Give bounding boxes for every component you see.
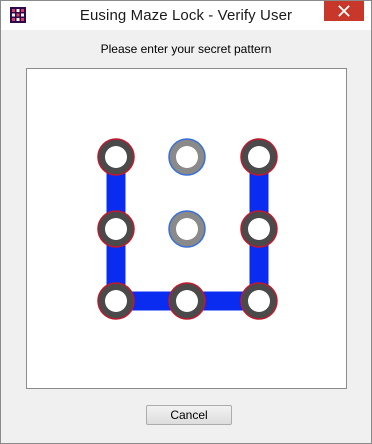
pattern-panel[interactable] — [26, 68, 347, 389]
pattern-node-2[interactable] — [168, 138, 206, 176]
window-title: Eusing Maze Lock - Verify User — [79, 7, 293, 24]
pattern-node-1[interactable] — [97, 138, 135, 176]
pattern-instruction: Please enter your secret pattern — [100, 42, 272, 56]
close-icon — [338, 5, 350, 17]
pattern-node-6[interactable] — [240, 210, 278, 248]
pattern-node-4[interactable] — [97, 210, 135, 248]
pattern-grid[interactable] — [27, 69, 346, 388]
verify-user-window: Eusing Maze Lock - Verify User Please en… — [0, 0, 372, 444]
pattern-node-9[interactable] — [240, 282, 278, 320]
title-bar[interactable]: Eusing Maze Lock - Verify User — [1, 1, 371, 30]
cancel-button[interactable]: Cancel — [146, 405, 232, 425]
pattern-node-5[interactable] — [168, 210, 206, 248]
close-button[interactable] — [324, 1, 364, 21]
pattern-node-3[interactable] — [240, 138, 278, 176]
pattern-node-7[interactable] — [97, 282, 135, 320]
pattern-node-8[interactable] — [168, 282, 206, 320]
